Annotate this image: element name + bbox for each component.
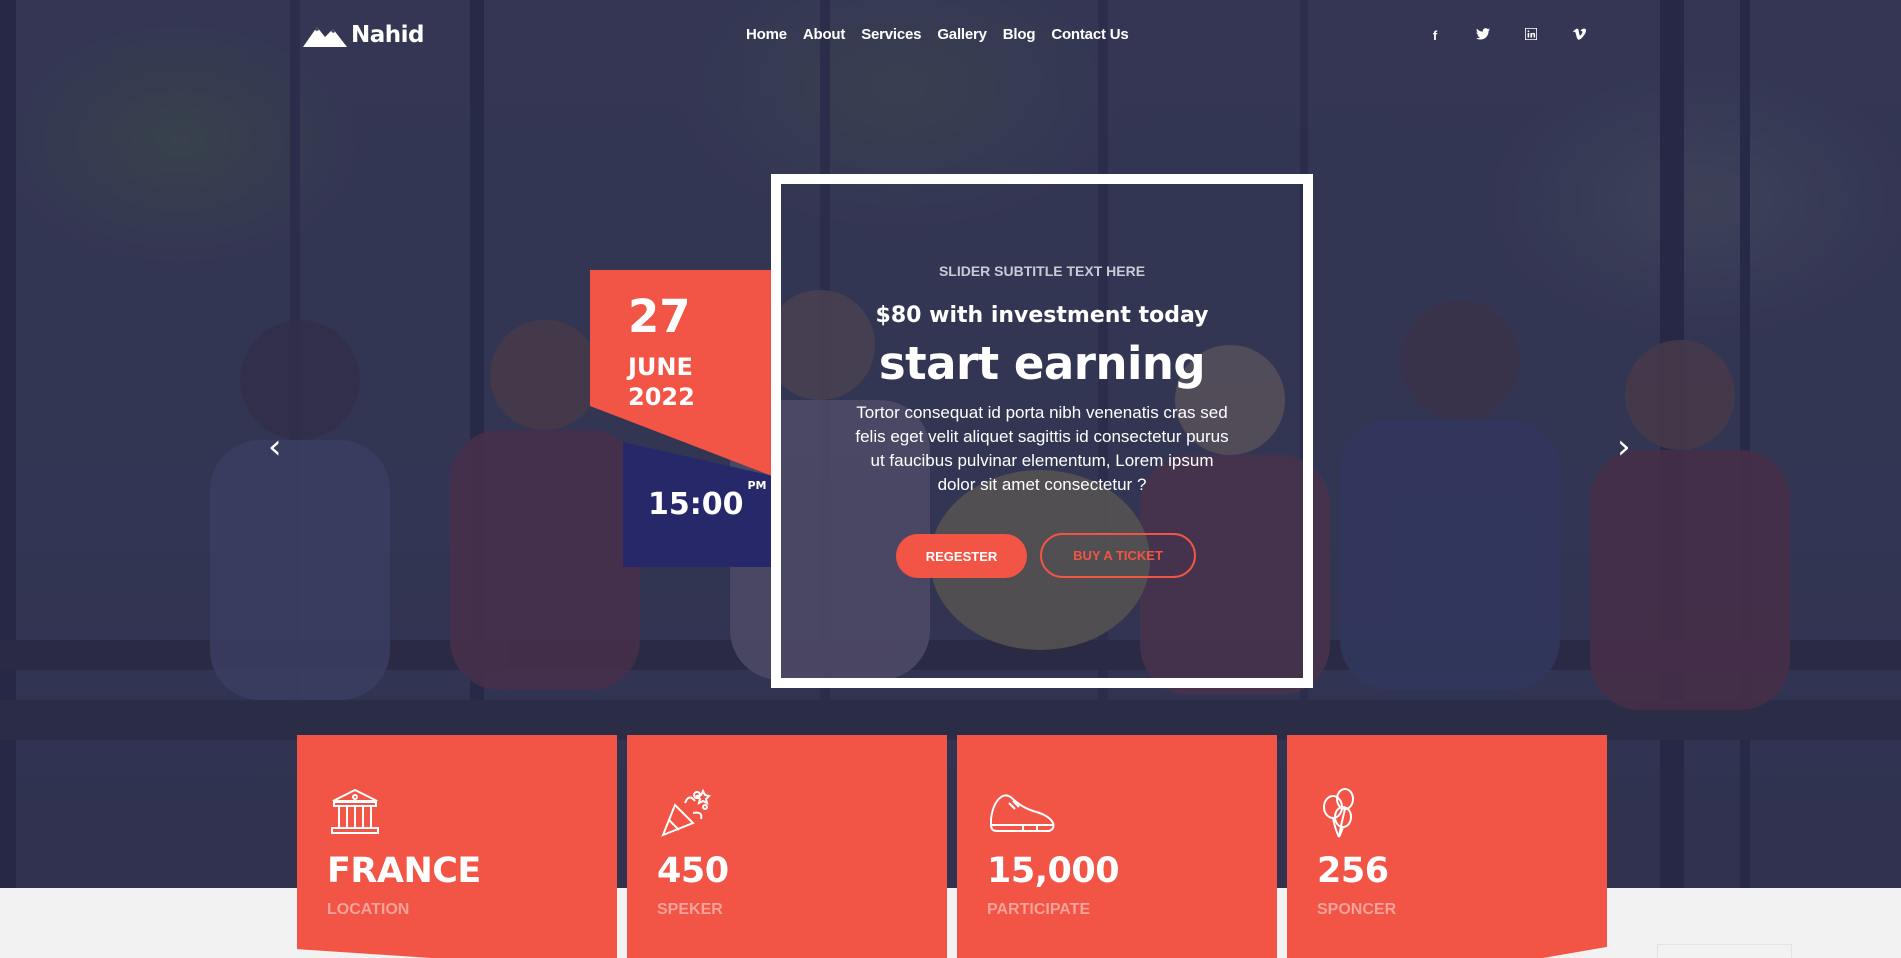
social-links: f bbox=[1426, 27, 1588, 43]
twitter-icon[interactable] bbox=[1474, 28, 1492, 43]
slider-next-arrow[interactable]: › bbox=[1617, 430, 1631, 464]
linkedin-icon[interactable] bbox=[1522, 27, 1540, 43]
stat-card-participate: 15,000 PARTICIPATE bbox=[957, 735, 1277, 958]
event-meridiem: PM bbox=[747, 479, 767, 492]
stat-value: 15,000 bbox=[987, 851, 1120, 891]
event-time: 15:00PM bbox=[648, 479, 767, 522]
nav-home[interactable]: Home bbox=[746, 26, 787, 43]
stat-value: 450 bbox=[657, 851, 729, 891]
site-header: Nahid Home About Services Gallery Blog C… bbox=[0, 0, 1901, 74]
event-time-value: 15:00 bbox=[648, 487, 744, 522]
stat-label: LOCATION bbox=[327, 901, 410, 918]
stat-card-location: FRANCE LOCATION bbox=[297, 735, 617, 958]
vimeo-icon[interactable] bbox=[1570, 28, 1588, 43]
facebook-icon[interactable]: f bbox=[1426, 28, 1444, 43]
logo[interactable]: Nahid bbox=[303, 22, 425, 48]
stat-label: PARTICIPATE bbox=[987, 901, 1091, 918]
logo-text: Nahid bbox=[351, 22, 425, 48]
event-month-year: JUNE 2022 bbox=[628, 352, 695, 412]
buy-ticket-button[interactable]: BUY A TICKET bbox=[1040, 533, 1196, 578]
stat-label: SPEKER bbox=[657, 901, 723, 918]
slider-body: Tortor consequat id porta nibh venenatis… bbox=[855, 403, 1229, 494]
stat-value: 256 bbox=[1317, 851, 1389, 891]
stat-card-sponsor: 256 SPONCER bbox=[1287, 735, 1607, 958]
slider-prev-arrow[interactable]: ‹ bbox=[268, 430, 282, 464]
main-nav: Home About Services Gallery Blog Contact… bbox=[746, 26, 1129, 43]
nav-services[interactable]: Services bbox=[861, 26, 921, 43]
slider-headline: start earning bbox=[878, 337, 1206, 390]
museum-icon bbox=[331, 788, 379, 834]
register-button[interactable]: REGESTER bbox=[896, 534, 1027, 578]
balloons-icon bbox=[1323, 788, 1354, 838]
party-popper-icon bbox=[661, 788, 711, 837]
nav-contact-us[interactable]: Contact Us bbox=[1051, 26, 1128, 43]
back-to-top-placeholder bbox=[1657, 944, 1792, 958]
slider-subtitle: SLIDER SUBTITLE TEXT HERE bbox=[938, 263, 1146, 279]
stat-card-speaker: 450 SPEKER bbox=[627, 735, 947, 958]
nav-about[interactable]: About bbox=[803, 26, 846, 43]
stat-label: SPONCER bbox=[1317, 901, 1397, 918]
sneaker-icon bbox=[990, 794, 1055, 832]
stat-value: FRANCE bbox=[327, 851, 481, 891]
mountain-logo-icon bbox=[303, 27, 347, 47]
event-day: 27 bbox=[628, 290, 691, 343]
nav-blog[interactable]: Blog bbox=[1003, 26, 1036, 43]
event-year: 2022 bbox=[628, 383, 695, 411]
event-month: JUNE bbox=[628, 353, 693, 381]
nav-gallery[interactable]: Gallery bbox=[937, 26, 987, 43]
slider-kicker: $80 with investment today bbox=[875, 303, 1209, 328]
